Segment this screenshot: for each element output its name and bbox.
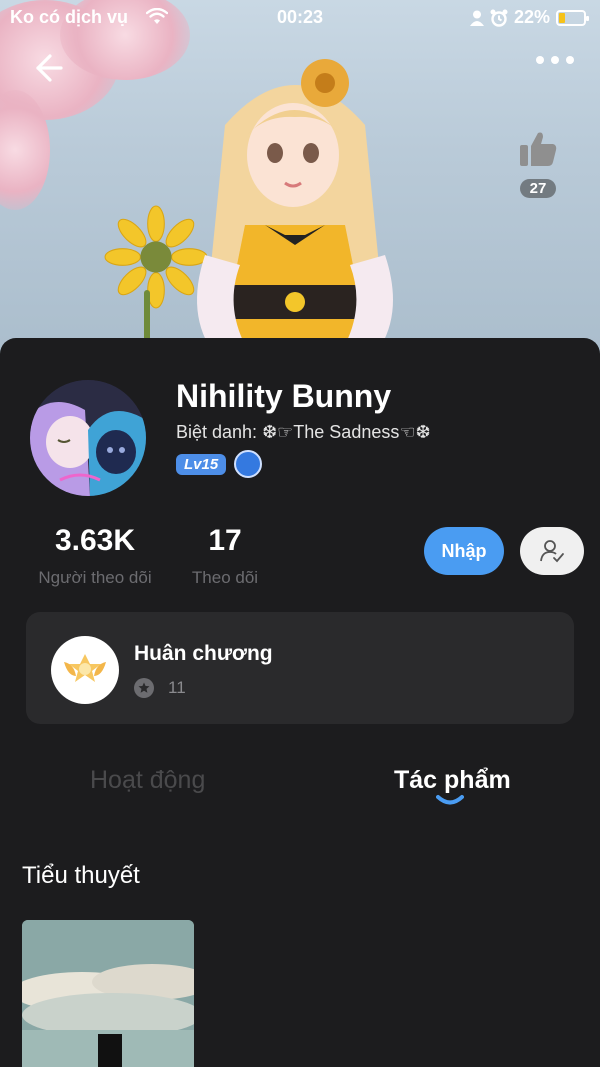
star-icon bbox=[134, 678, 154, 698]
follow-button[interactable] bbox=[520, 527, 584, 575]
enter-button[interactable]: Nhập bbox=[424, 527, 504, 575]
profile-name: Nihility Bunny bbox=[176, 378, 392, 414]
medal-icon bbox=[51, 636, 119, 704]
following-stat[interactable]: 17 Theo dõi bbox=[186, 524, 264, 588]
section-title: Tiểu thuyết bbox=[22, 862, 140, 889]
medals-title: Huân chương bbox=[134, 642, 273, 665]
profile-card: Nihility Bunny Biệt danh: ❆☞The Sadness☜… bbox=[0, 338, 600, 1067]
character-illustration bbox=[197, 59, 393, 375]
avatar-image bbox=[30, 380, 146, 496]
avatar[interactable] bbox=[30, 380, 146, 496]
back-arrow-icon[interactable] bbox=[30, 50, 66, 86]
medals-count: 11 bbox=[168, 678, 186, 697]
active-tab-indicator bbox=[436, 795, 464, 805]
medals-count-row: 11 bbox=[134, 678, 186, 698]
medals-panel[interactable]: Huân chương 11 bbox=[26, 612, 574, 724]
tab-activity[interactable]: Hoạt động bbox=[90, 766, 205, 795]
status-right: 22% bbox=[469, 7, 589, 28]
tab-works[interactable]: Tác phẩm bbox=[394, 766, 511, 795]
battery-icon bbox=[556, 9, 589, 26]
followers-stat[interactable]: 3.63K Người theo dõi bbox=[32, 524, 158, 588]
like-count: 27 bbox=[519, 179, 557, 198]
level-badge: Lv15 bbox=[176, 453, 227, 475]
user-check-icon bbox=[540, 540, 564, 563]
following-count: 17 bbox=[208, 524, 242, 557]
novel-cover-image bbox=[22, 920, 194, 1067]
profile-banner: Ko có dịch vụ 00:23 22% 27 bbox=[0, 0, 600, 380]
status-bar: Ko có dịch vụ 00:23 22% bbox=[0, 0, 600, 36]
person-icon bbox=[469, 10, 484, 26]
alarm-icon bbox=[490, 9, 508, 27]
battery-percent: 22% bbox=[513, 7, 550, 27]
profile-badges: Lv15 bbox=[176, 450, 263, 478]
like-button[interactable]: 27 bbox=[514, 130, 562, 198]
following-label: Theo dõi bbox=[191, 568, 259, 587]
more-options-button[interactable] bbox=[536, 56, 574, 64]
followers-count: 3.63K bbox=[54, 524, 136, 557]
profile-nickname: Biệt danh: ❆☞The Sadness☜❆ bbox=[176, 422, 431, 442]
followers-label: Người theo dõi bbox=[38, 568, 152, 587]
verified-badge-icon bbox=[234, 450, 263, 478]
thumbs-up-icon bbox=[520, 132, 557, 166]
novel-cover[interactable] bbox=[22, 920, 194, 1067]
